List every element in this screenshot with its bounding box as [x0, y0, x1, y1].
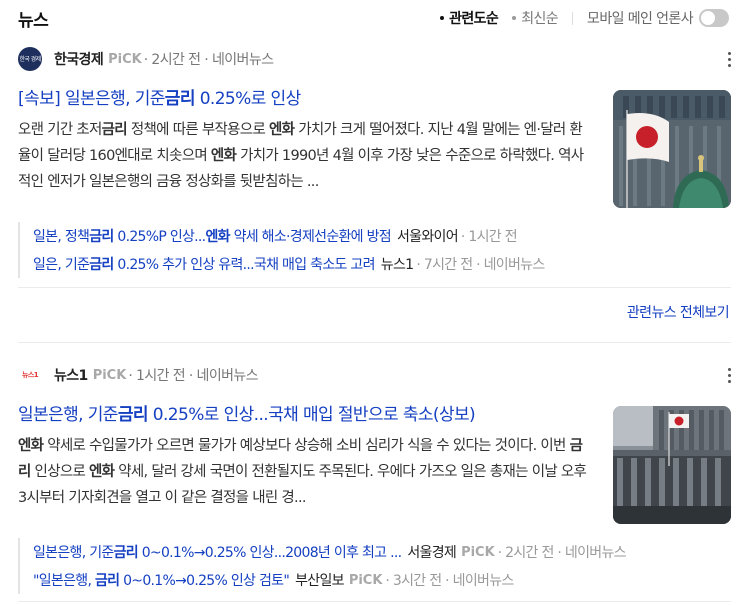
article-meta: · 2시간 전 · 네이버뉴스 — [143, 52, 274, 68]
divider — [18, 287, 731, 288]
related-meta: · 3시간 전 · 네이버뉴스 — [385, 573, 514, 589]
news-article: 뉴스1 뉴스1 PiCK · 1시간 전 · 네이버뉴스 일본은행, 기준금리 … — [18, 362, 731, 594]
article-thumbnail[interactable] — [613, 406, 731, 524]
press-name[interactable]: 뉴스1 — [54, 365, 88, 385]
related-news-link[interactable]: "일본은행, 금리 0~0.1%→0.25% 인상 검토" — [33, 570, 290, 590]
related-news-link[interactable]: 일본, 정책금리 0.25%P 인상...엔화 약세 해소·경제선순환에 방점 — [33, 226, 392, 246]
mobile-press-toggle[interactable] — [699, 9, 729, 27]
related-news-item: 일본, 정책금리 0.25%P 인상...엔화 약세 해소·경제선순환에 방점 … — [33, 222, 731, 250]
divider — [572, 11, 574, 25]
article-text: 일본은행, 기준금리 0.25%로 인상...국채 매입 절반으로 축소(상보)… — [18, 404, 591, 524]
sort-latest-option[interactable]: 최신순 — [512, 8, 559, 28]
related-press-name[interactable]: 부산일보 — [295, 570, 344, 590]
article-summary[interactable]: 엔화 약세로 수입물가가 오르면 물가가 예상보다 상승해 소비 심리가 식을 … — [18, 433, 591, 511]
article-body: 일본은행, 기준금리 0.25%로 인상...국채 매입 절반으로 축소(상보)… — [18, 404, 731, 524]
sort-latest-label: 최신순 — [521, 11, 559, 27]
sort-relevance-label: 관련도순 — [449, 11, 499, 27]
related-news-item: "일본은행, 금리 0~0.1%→0.25% 인상 검토" 부산일보 PiCK … — [33, 566, 731, 594]
related-press-name[interactable]: 서울경제 — [407, 542, 456, 562]
article-source-row: 한국 경제 한국경제 PiCK · 2시간 전 · 네이버뉴스 — [18, 46, 731, 72]
article-summary[interactable]: 오랜 기간 초저금리 정책에 따른 부작용으로 엔화 가치가 크게 떨어졌다. … — [18, 117, 591, 195]
article-thumbnail[interactable] — [613, 90, 731, 208]
pick-badge: PiCK — [108, 51, 142, 67]
related-meta: · 1시간 전 — [460, 229, 518, 245]
related-news-list: 일본, 정책금리 0.25%P 인상...엔화 약세 해소·경제선순환에 방점 … — [18, 222, 731, 278]
dot-icon — [512, 16, 517, 20]
press-logo-icon[interactable]: 한국 경제 — [18, 47, 42, 71]
more-options-icon[interactable] — [727, 51, 731, 67]
pick-badge: PiCK — [348, 572, 383, 588]
related-meta: · 2시간 전 · 네이버뉴스 — [497, 545, 627, 561]
japan-flag-building-photo — [613, 90, 731, 208]
pick-badge: PiCK — [461, 544, 495, 560]
article-meta: · 1시간 전 · 네이버뉴스 — [128, 368, 258, 384]
press-name[interactable]: 한국경제 — [54, 49, 104, 69]
related-news-link[interactable]: 일은, 기준금리 0.25% 추가 인상 유력...국채 매입 축소도 고려 — [33, 254, 375, 274]
header-controls: 관련도순 최신순 모바일 메인 언론사 — [440, 8, 729, 28]
related-meta: · 7시간 전 · 네이버뉴스 — [416, 257, 545, 273]
mobile-press-label: 모바일 메인 언론사 — [587, 11, 694, 27]
related-news-item: 일본은행, 기준금리 0~0.1%→0.25% 인상...2008년 이후 최고… — [33, 538, 731, 566]
related-news-item: 일은, 기준금리 0.25% 추가 인상 유력...국채 매입 축소도 고려 뉴… — [33, 250, 731, 278]
toggle-knob — [701, 11, 715, 25]
related-news-list: 일본은행, 기준금리 0~0.1%→0.25% 인상...2008년 이후 최고… — [18, 538, 731, 594]
press-logo-icon[interactable]: 뉴스1 — [18, 368, 42, 382]
bank-of-japan-building-photo — [613, 406, 731, 524]
section-title: 뉴스 — [18, 10, 49, 31]
related-news-all-link[interactable]: 관련뉴스 전체보기 — [627, 302, 730, 322]
related-press-name[interactable]: 뉴스1 — [381, 254, 414, 274]
article-text: [속보] 일본은행, 기준금리 0.25%로 인상 오랜 기간 초저금리 정책에… — [18, 88, 591, 208]
news-article: 한국 경제 한국경제 PiCK · 2시간 전 · 네이버뉴스 [속보] 일본은… — [18, 46, 731, 278]
article-headline[interactable]: 일본은행, 기준금리 0.25%로 인상...국채 매입 절반으로 축소(상보) — [18, 404, 591, 426]
selected-dot-icon — [440, 16, 445, 20]
related-news-link[interactable]: 일본은행, 기준금리 0~0.1%→0.25% 인상...2008년 이후 최고… — [33, 542, 402, 562]
article-body: [속보] 일본은행, 기준금리 0.25%로 인상 오랜 기간 초저금리 정책에… — [18, 88, 731, 208]
sort-relevance-option[interactable]: 관련도순 — [440, 8, 499, 28]
article-headline[interactable]: [속보] 일본은행, 기준금리 0.25%로 인상 — [18, 88, 591, 110]
more-options-icon[interactable] — [727, 367, 731, 383]
divider — [18, 342, 731, 343]
related-press-name[interactable]: 서울와이어 — [397, 226, 459, 246]
news-section-header: 뉴스 관련도순 최신순 모바일 메인 언론사 — [18, 0, 729, 36]
divider — [18, 601, 731, 602]
pick-badge: PiCK — [92, 367, 127, 383]
article-source-row: 뉴스1 뉴스1 PiCK · 1시간 전 · 네이버뉴스 — [18, 362, 731, 388]
